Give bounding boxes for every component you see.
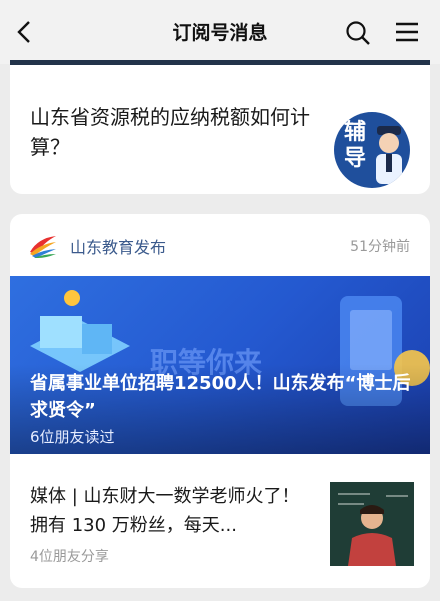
article-headline[interactable]: 山东省资源税的应纳税额如何计算？ xyxy=(30,102,320,162)
list-item-article[interactable]: 媒体 | 山东财大一数学老师火了！拥有 130 万粉丝，每天... 4位朋友分享 xyxy=(10,476,430,576)
list-item-share-count: 4位朋友分享 xyxy=(30,549,109,565)
list-item-title[interactable]: 媒体 | 山东财大一数学老师火了！拥有 130 万粉丝，每天... xyxy=(30,482,314,540)
post-time: 51分钟前 xyxy=(350,239,410,255)
banner-read-count: 6位朋友读过 xyxy=(30,428,115,446)
subscription-card-shandong-education: 山东教育发布 51分钟前 职等你来 省属事业单位招聘12500人！山东发布“博士… xyxy=(10,214,430,588)
top-bar: 订阅号消息 xyxy=(0,0,440,64)
menu-icon[interactable] xyxy=(394,20,420,44)
teacher-photo-icon xyxy=(330,482,414,566)
featured-article-banner[interactable]: 职等你来 省属事业单位招聘12500人！山东发布“博士后求贤令” 6位朋友读过 xyxy=(10,276,430,454)
source-logo-icon xyxy=(30,236,56,258)
thumbnail-label: 辅导 xyxy=(344,120,367,171)
officer-illustration-icon xyxy=(376,126,402,184)
article-thumbnail: 辅导 xyxy=(334,112,410,188)
source-name[interactable]: 山东教育发布 xyxy=(70,234,166,258)
source-row[interactable]: 山东教育发布 51分钟前 xyxy=(10,214,430,274)
list-item-thumbnail xyxy=(330,482,414,566)
banner-title[interactable]: 省属事业单位招聘12500人！山东发布“博士后求贤令” xyxy=(30,370,415,424)
card-top-divider xyxy=(10,60,430,65)
page-title: 订阅号消息 xyxy=(172,22,268,44)
search-icon[interactable] xyxy=(345,20,371,46)
article-card-tax[interactable]: 山东省资源税的应纳税额如何计算？ 辅导 xyxy=(10,60,430,194)
